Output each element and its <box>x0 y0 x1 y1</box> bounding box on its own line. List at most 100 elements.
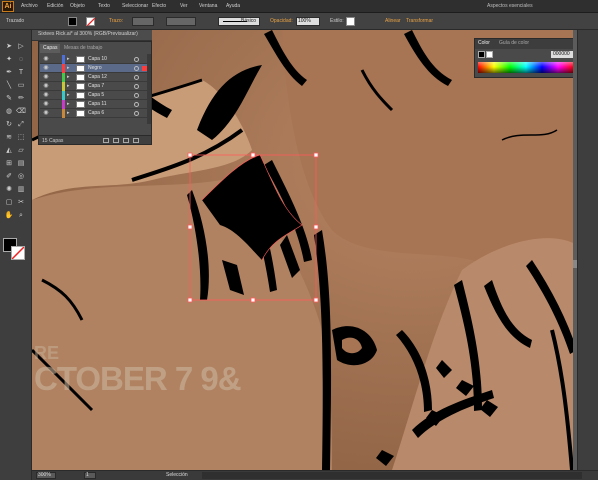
target-circle-icon[interactable] <box>134 66 139 71</box>
menu-ver[interactable]: Ver <box>180 3 188 9</box>
menu-texto[interactable]: Texto <box>98 3 110 9</box>
visibility-eye-icon[interactable]: ◉ <box>42 56 50 63</box>
menu-objeto[interactable]: Objeto <box>70 3 85 9</box>
hex-field[interactable]: 000000 <box>551 51 575 58</box>
paintbrush-icon[interactable]: ✎ <box>4 94 14 103</box>
menu-archivo[interactable]: Archivo <box>21 3 38 9</box>
align-link[interactable]: Alinear <box>385 18 401 24</box>
layer-name[interactable]: Capa 11 <box>88 101 107 107</box>
workspace-switcher[interactable]: Aspectos esenciales <box>487 3 533 9</box>
stroke-color-swatch[interactable] <box>86 17 95 26</box>
lock-toggle[interactable] <box>52 74 60 81</box>
expand-arrow-icon[interactable]: ▸ <box>67 83 73 90</box>
direct-selection-icon[interactable]: ▷ <box>16 42 26 51</box>
target-circle-icon[interactable] <box>134 93 139 98</box>
blend-icon[interactable]: ◎ <box>16 172 26 181</box>
target-circle-icon[interactable] <box>134 102 139 107</box>
layer-row[interactable]: ◉ ▸ Capa 12 <box>40 73 150 82</box>
eraser-icon[interactable]: ⌫ <box>16 107 26 116</box>
make-clipping-mask-icon[interactable] <box>103 138 109 143</box>
layer-row[interactable]: ◉ ▸ Negro <box>40 64 150 73</box>
layer-name[interactable]: Capa 10 <box>88 56 107 62</box>
expand-arrow-icon[interactable]: ▸ <box>67 110 73 117</box>
tab-layers[interactable]: Capas <box>40 44 61 53</box>
hand-icon[interactable]: ✋ <box>4 211 14 220</box>
stroke-swatch[interactable] <box>11 246 25 260</box>
menu-ventana[interactable]: Ventana <box>199 3 217 9</box>
rectangle-icon[interactable]: ▭ <box>16 81 26 90</box>
expand-arrow-icon[interactable]: ▸ <box>67 92 73 99</box>
visibility-eye-icon[interactable]: ◉ <box>42 65 50 72</box>
magic-wand-icon[interactable]: ✦ <box>4 55 14 64</box>
slice-icon[interactable]: ✂ <box>16 198 26 207</box>
target-circle-icon[interactable] <box>134 84 139 89</box>
line-icon[interactable]: ╲ <box>4 81 14 90</box>
opacity-field[interactable]: 100% <box>296 17 320 26</box>
mesh-icon[interactable]: ⊞ <box>4 159 14 168</box>
layer-name[interactable]: Capa 12 <box>88 74 107 80</box>
visibility-eye-icon[interactable]: ◉ <box>42 101 50 108</box>
lock-toggle[interactable] <box>52 101 60 108</box>
layer-name[interactable]: Capa 6 <box>88 110 104 116</box>
layer-row[interactable]: ◉ ▸ Capa 10 <box>40 55 150 64</box>
zoom-icon[interactable]: ⌕ <box>16 211 26 220</box>
color-fill-swatch[interactable] <box>478 51 485 58</box>
tab-artboards[interactable]: Mesas de trabajo <box>61 44 105 53</box>
selection-arrow-icon[interactable]: ➤ <box>4 42 14 51</box>
variable-width-field[interactable] <box>166 17 196 26</box>
fill-color-swatch[interactable] <box>68 17 77 26</box>
visibility-eye-icon[interactable]: ◉ <box>42 92 50 99</box>
menu-efecto[interactable]: Efecto <box>152 3 166 9</box>
target-circle-icon[interactable] <box>134 75 139 80</box>
new-layer-icon[interactable] <box>123 138 129 143</box>
graphic-style-swatch[interactable] <box>346 17 355 26</box>
tab-color-guide[interactable]: Guía de color <box>499 40 529 46</box>
expand-arrow-icon[interactable]: ▸ <box>67 56 73 63</box>
layer-row[interactable]: ◉ ▸ Capa 6 <box>40 109 150 118</box>
symbol-sprayer-icon[interactable]: ✺ <box>4 185 14 194</box>
visibility-eye-icon[interactable]: ◉ <box>42 110 50 117</box>
lock-toggle[interactable] <box>52 92 60 99</box>
stroke-weight-field[interactable] <box>132 17 154 26</box>
blob-brush-icon[interactable]: ◍ <box>4 107 14 116</box>
gradient-icon[interactable]: ▤ <box>16 159 26 168</box>
lock-toggle[interactable] <box>52 110 60 117</box>
horizontal-scrollbar[interactable] <box>202 472 582 479</box>
zoom-field[interactable]: 300% <box>36 472 56 479</box>
layer-row[interactable]: ◉ ▸ Capa 11 <box>40 100 150 109</box>
eyedropper-icon[interactable]: ✐ <box>4 172 14 181</box>
layer-name[interactable]: Negro <box>88 65 102 71</box>
shape-builder-icon[interactable]: ◭ <box>4 146 14 155</box>
expand-arrow-icon[interactable]: ▸ <box>67 101 73 108</box>
trash-icon[interactable] <box>133 138 139 143</box>
stroke-link[interactable]: Trazo: <box>109 18 123 24</box>
new-sublayer-icon[interactable] <box>113 138 119 143</box>
layer-row[interactable]: ◉ ▸ Capa 7 <box>40 82 150 91</box>
artboard-icon[interactable]: ▢ <box>4 198 14 207</box>
lock-toggle[interactable] <box>52 83 60 90</box>
pencil-icon[interactable]: ✏ <box>16 94 26 103</box>
color-stroke-swatch[interactable] <box>486 51 493 58</box>
lock-toggle[interactable] <box>52 56 60 63</box>
menu-edición[interactable]: Edición <box>47 3 63 9</box>
layer-name[interactable]: Capa 5 <box>88 92 104 98</box>
target-circle-icon[interactable] <box>134 57 139 62</box>
tab-color[interactable]: Color <box>478 40 490 46</box>
visibility-eye-icon[interactable]: ◉ <box>42 83 50 90</box>
opacity-link[interactable]: Opacidad: <box>270 18 293 24</box>
document-tab[interactable]: Sixtees Rick.ai* al 300% (RGB/Previsuali… <box>38 31 138 37</box>
pen-icon[interactable]: ✒ <box>4 68 14 77</box>
layer-row[interactable]: ◉ ▸ Capa 5 <box>40 91 150 100</box>
graph-icon[interactable]: ▥ <box>16 185 26 194</box>
lasso-icon[interactable]: ◌ <box>16 55 26 64</box>
type-icon[interactable]: T <box>16 68 26 77</box>
menu-seleccionar[interactable]: Seleccionar <box>122 3 148 9</box>
transform-link[interactable]: Transformar <box>406 18 433 24</box>
free-transform-icon[interactable]: ⬚ <box>16 133 26 142</box>
expand-arrow-icon[interactable]: ▸ <box>67 74 73 81</box>
lock-toggle[interactable] <box>52 65 60 72</box>
perspective-icon[interactable]: ▱ <box>16 146 26 155</box>
visibility-eye-icon[interactable]: ◉ <box>42 74 50 81</box>
layer-name[interactable]: Capa 7 <box>88 83 104 89</box>
target-circle-icon[interactable] <box>134 111 139 116</box>
